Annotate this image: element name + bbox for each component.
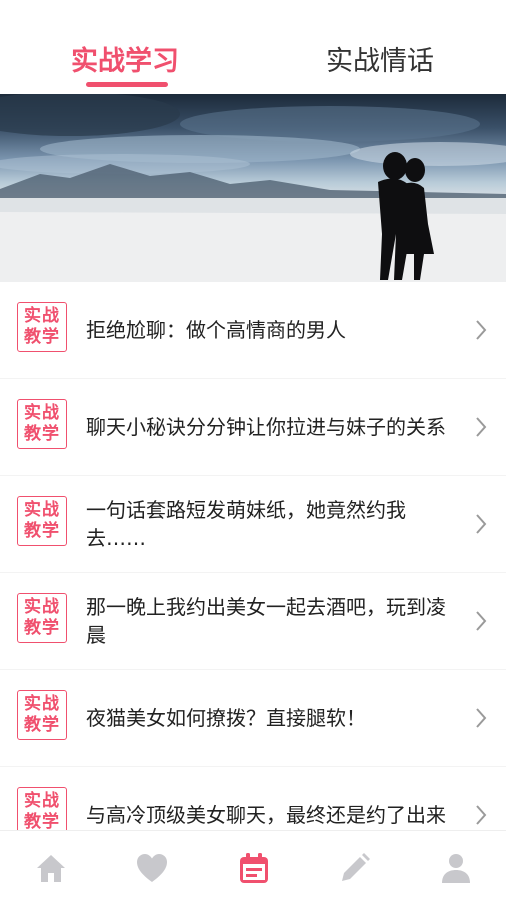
article-title-text: 拒绝尬聊：做个高情商的男人 xyxy=(86,318,346,342)
heart-icon xyxy=(137,854,167,882)
badge-line-1: 实战 xyxy=(24,597,60,617)
chevron-right-icon xyxy=(476,611,487,631)
chevron-right-icon xyxy=(476,708,487,728)
badge-line-2: 教学 xyxy=(24,715,60,735)
nav-profile[interactable] xyxy=(405,831,505,901)
practical-teaching-badge: 实战 教学 xyxy=(17,302,67,352)
practical-teaching-badge: 实战 教学 xyxy=(17,787,67,830)
badge-line-2: 教学 xyxy=(24,521,60,541)
list-item[interactable]: 实战 教学 夜猫美女如何撩拨？直接腿软！ xyxy=(0,670,506,767)
badge-line-1: 实战 xyxy=(24,694,60,714)
practical-teaching-badge: 实战 教学 xyxy=(17,690,67,740)
badge-line-2: 教学 xyxy=(24,424,60,444)
badge-line-1: 实战 xyxy=(24,306,60,326)
chevron-right-icon xyxy=(476,417,487,437)
banner-couple-silhouette-image xyxy=(0,94,506,282)
article-title: 夜猫美女如何撩拨？直接腿软！ xyxy=(86,670,464,766)
article-title: 拒绝尬聊：做个高情商的男人 xyxy=(86,282,464,378)
badge-line-2: 教学 xyxy=(24,618,60,638)
tab-practical-learning[interactable]: 实战学习 xyxy=(60,40,190,84)
article-list: 实战 教学 拒绝尬聊：做个高情商的男人 实战 教学 聊天小秘诀分分钟让你拉进与妹… xyxy=(0,282,506,830)
article-title-text: 夜猫美女如何撩拨？直接腿软！ xyxy=(86,706,366,730)
article-title-text: 一句话套路短发萌妹纸，她竟然约我去…… xyxy=(86,498,406,550)
nav-favorites[interactable] xyxy=(101,831,201,901)
list-item[interactable]: 实战 教学 那一晚上我约出美女一起去酒吧，玩到凌晨 xyxy=(0,573,506,670)
article-title: 那一晚上我约出美女一起去酒吧，玩到凌晨 xyxy=(86,573,464,669)
home-icon xyxy=(37,855,65,882)
practical-teaching-badge: 实战 教学 xyxy=(17,496,67,546)
practical-teaching-badge: 实战 教学 xyxy=(17,399,67,449)
bottom-tab-bar xyxy=(0,830,506,901)
list-item[interactable]: 实战 教学 聊天小秘诀分分钟让你拉进与妹子的关系 xyxy=(0,379,506,476)
list-item[interactable]: 实战 教学 与高冷顶级美女聊天，最终还是约了出来 xyxy=(0,767,506,830)
chevron-right-icon xyxy=(476,320,487,340)
list-item[interactable]: 实战 教学 拒绝尬聊：做个高情商的男人 xyxy=(0,282,506,379)
badge-line-1: 实战 xyxy=(24,500,60,520)
badge-line-1: 实战 xyxy=(24,403,60,423)
article-title: 与高冷顶级美女聊天，最终还是约了出来 xyxy=(86,767,464,830)
list-item[interactable]: 实战 教学 一句话套路短发萌妹纸，她竟然约我去…… xyxy=(0,476,506,573)
calendar-icon xyxy=(240,853,268,883)
article-title-text: 那一晚上我约出美女一起去酒吧，玩到凌晨 xyxy=(86,595,446,647)
badge-line-2: 教学 xyxy=(24,327,60,347)
article-title-text: 与高冷顶级美女聊天，最终还是约了出来 xyxy=(86,803,446,827)
chevron-right-icon xyxy=(476,805,487,825)
article-title-text: 聊天小秘诀分分钟让你拉进与妹子的关系 xyxy=(86,415,446,439)
article-title: 聊天小秘诀分分钟让你拉进与妹子的关系 xyxy=(86,379,464,475)
active-tab-indicator xyxy=(86,82,168,87)
nav-write[interactable] xyxy=(304,831,404,901)
banner-image[interactable] xyxy=(0,94,506,282)
article-title: 一句话套路短发萌妹纸，她竟然约我去…… xyxy=(86,476,464,572)
nav-study[interactable] xyxy=(203,831,303,901)
nav-home[interactable] xyxy=(0,831,100,901)
practical-teaching-badge: 实战 教学 xyxy=(17,593,67,643)
pencil-icon xyxy=(342,853,370,881)
chevron-right-icon xyxy=(476,514,487,534)
user-icon xyxy=(442,854,470,883)
badge-line-1: 实战 xyxy=(24,791,60,811)
badge-line-2: 教学 xyxy=(24,812,60,830)
tab-practical-love-talk[interactable]: 实战情话 xyxy=(315,40,445,84)
top-tab-bar: 实战学习 实战情话 xyxy=(0,0,506,94)
